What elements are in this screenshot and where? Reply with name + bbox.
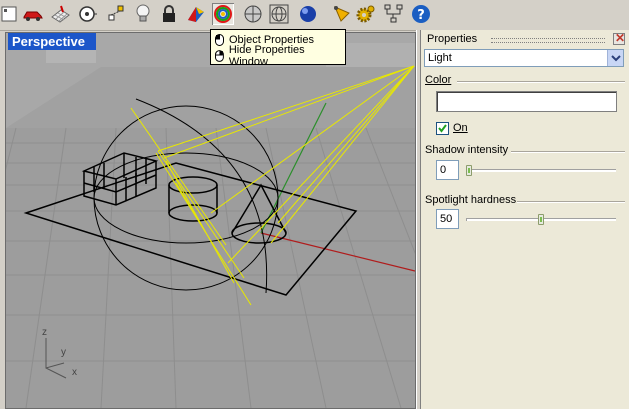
axis-label-x: x: [72, 367, 77, 378]
render-sphere-icon[interactable]: [297, 3, 319, 25]
car-icon[interactable]: [22, 3, 44, 25]
tooltip-label: Hide Properties Window: [228, 43, 305, 68]
close-icon: ✕: [615, 31, 626, 45]
spotlight-cone-icon[interactable]: [331, 3, 353, 25]
panel-header[interactable]: Properties ✕: [423, 31, 627, 47]
right-mouse-icon: [215, 49, 224, 62]
object-properties-icon[interactable]: [212, 3, 234, 25]
shadow-intensity-track[interactable]: [466, 169, 616, 172]
spotlight-hardness-label: Spotlight hardness: [425, 194, 517, 206]
shadow-intensity-slider[interactable]: [466, 165, 472, 176]
object-type-select[interactable]: Light: [424, 49, 624, 67]
shaded-sphere-icon[interactable]: [242, 3, 264, 25]
edit-layers-icon[interactable]: [0, 3, 22, 25]
hierarchy-icon[interactable]: [383, 3, 405, 25]
color-swatch[interactable]: [436, 91, 617, 112]
svg-text:?: ?: [417, 8, 425, 23]
grid-icon[interactable]: [49, 3, 71, 25]
axis-label-z: z: [42, 327, 47, 338]
panel-grip[interactable]: [491, 38, 605, 43]
lock-icon[interactable]: [158, 3, 180, 25]
check-icon: [438, 124, 447, 133]
on-checkbox[interactable]: [436, 122, 449, 135]
divider: [511, 151, 625, 153]
toolbar-tooltip: Object Properties Hide Properties Window: [210, 29, 346, 68]
lightbulb-icon[interactable]: [132, 3, 154, 25]
options-gear-icon[interactable]: [355, 3, 377, 25]
close-panel-button[interactable]: ✕: [613, 31, 626, 45]
shadow-intensity-label: Shadow intensity: [425, 144, 509, 156]
shadow-intensity-input[interactable]: 0: [436, 160, 459, 180]
help-icon[interactable]: ?: [410, 3, 432, 25]
tooltip-hide-properties: Hide Properties Window: [215, 44, 345, 68]
perspective-viewport[interactable]: Perspective z y x: [5, 32, 416, 409]
spotlight-hardness-input[interactable]: 50: [436, 209, 459, 229]
wireframe-sphere-icon[interactable]: [268, 3, 290, 25]
panel-title: Properties: [427, 33, 478, 45]
color-label: Color: [425, 74, 452, 86]
spotlight-hardness-slider[interactable]: [538, 214, 544, 225]
object-type-value: Light: [428, 52, 452, 64]
main-toolbar: ?: [0, 0, 629, 31]
divider: [517, 201, 625, 203]
on-label[interactable]: On: [453, 122, 468, 134]
properties-panel: Properties ✕ Light Color On Shadow inten…: [421, 30, 629, 409]
chevron-down-icon[interactable]: [607, 50, 623, 66]
viewport-title[interactable]: Perspective: [8, 33, 96, 50]
osnap-icon[interactable]: [76, 3, 98, 25]
axis-label-y: y: [61, 347, 66, 358]
divider: [457, 81, 625, 83]
viewport-scene: [6, 33, 415, 408]
render-color-icon[interactable]: [185, 3, 207, 25]
points-icon[interactable]: [105, 3, 127, 25]
left-mouse-icon: [215, 33, 224, 46]
